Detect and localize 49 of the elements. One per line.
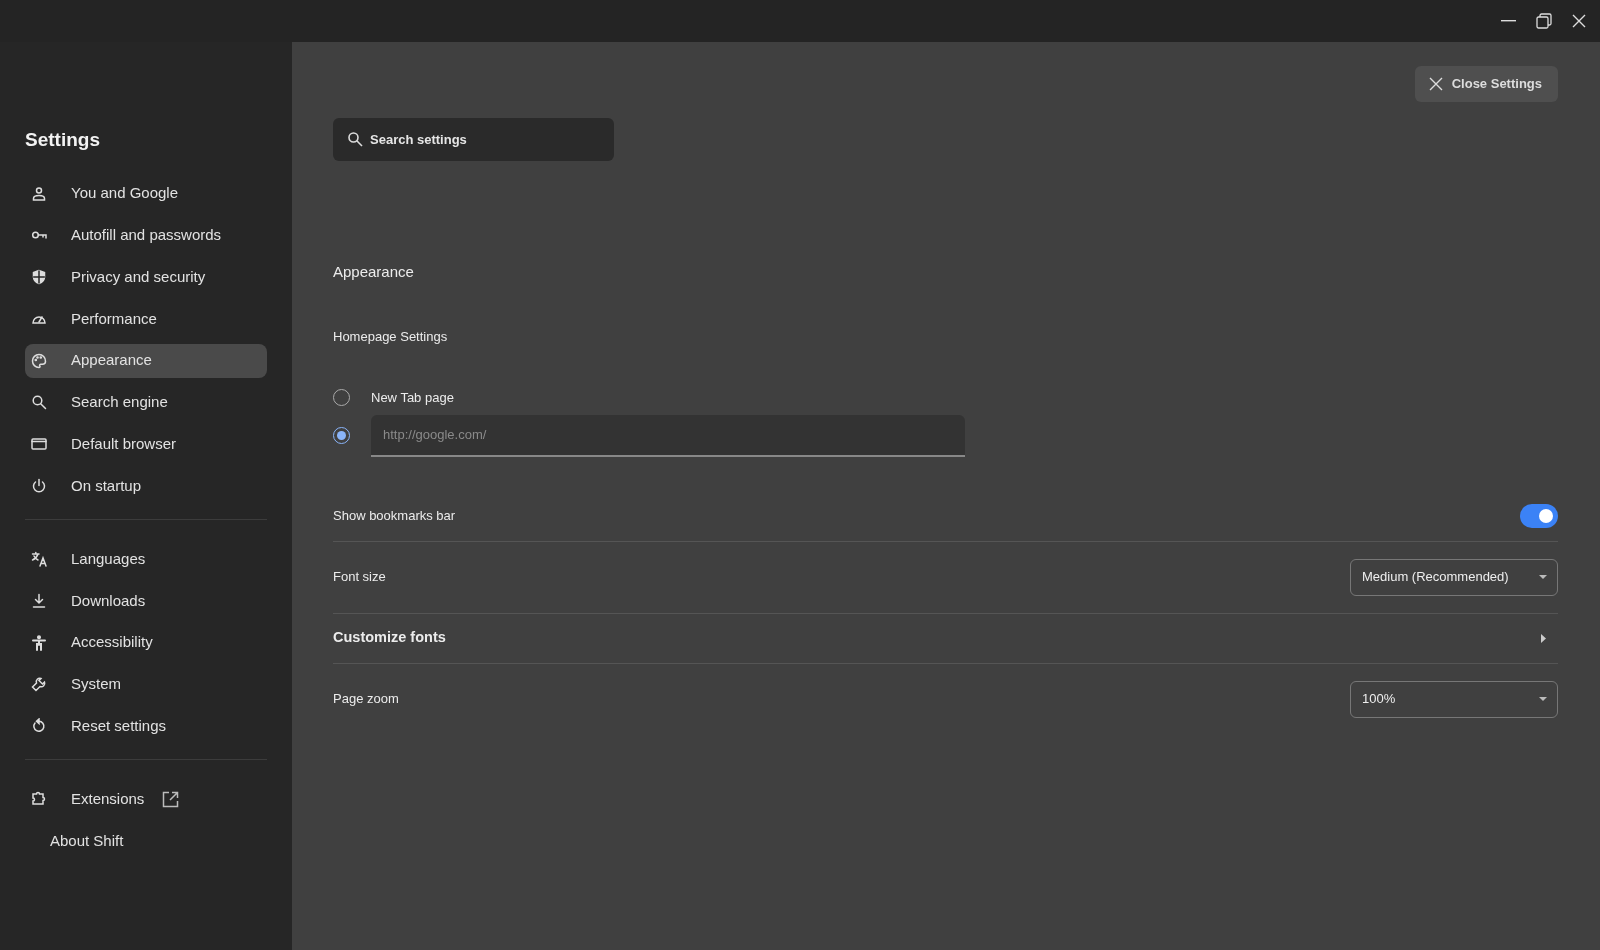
setting-label: Page zoom	[333, 690, 399, 709]
reset-icon	[31, 718, 47, 735]
palette-icon	[31, 352, 47, 369]
caret-icon	[1539, 697, 1547, 701]
search-icon	[31, 394, 47, 411]
sidebar-item[interactable]: About Shift	[25, 824, 267, 859]
sidebar-item[interactable]: Search engine	[25, 385, 267, 420]
sidebar-item[interactable]: Appearance	[25, 343, 267, 378]
sidebar-item[interactable]: Default browser	[25, 427, 267, 462]
restore-icon[interactable]	[1536, 13, 1552, 29]
sidebar-item[interactable]: Autofill and passwords	[25, 218, 267, 253]
settings-title: Settings	[25, 128, 101, 152]
sidebar-item[interactable]: Privacy and security	[25, 260, 267, 295]
setting-label: Customize fonts	[333, 628, 446, 648]
wrench-icon	[31, 676, 47, 693]
expand-arrow-icon[interactable]	[1541, 633, 1546, 643]
translate-icon	[31, 551, 47, 568]
puzzle-icon	[31, 791, 47, 808]
toggle-switch[interactable]	[1520, 503, 1558, 528]
sidebar-item[interactable]: You and Google	[25, 176, 267, 211]
option-label: New Tab page	[371, 388, 454, 407]
sidebar-item[interactable]: Performance	[25, 301, 267, 336]
setting-label: Show bookmarks bar	[333, 506, 456, 525]
dropdown[interactable]: Medium (Recommended)	[1350, 558, 1558, 596]
sidebar-item[interactable]: Extensions	[25, 782, 267, 817]
external-link-icon[interactable]	[162, 790, 180, 808]
power-icon	[31, 478, 47, 495]
setting-label: Font size	[333, 568, 386, 587]
search-field[interactable]: Search settings	[333, 117, 614, 161]
url-input-field[interactable]: http://google.com/	[371, 414, 965, 457]
dropdown[interactable]: 100%	[1350, 680, 1558, 718]
close-icon[interactable]	[1572, 14, 1586, 28]
section-heading: Appearance	[333, 261, 415, 282]
close-icon	[1428, 76, 1443, 91]
sidebar-item[interactable]: Downloads	[25, 583, 267, 618]
person-icon	[31, 185, 47, 202]
sidebar-item[interactable]: Accessibility	[25, 625, 267, 660]
minimize-icon[interactable]	[1501, 20, 1516, 22]
download-icon	[31, 592, 47, 609]
shield-icon	[31, 269, 47, 286]
sidebar-item[interactable]: On startup	[25, 469, 267, 504]
caret-icon	[1539, 575, 1547, 579]
homepage-settings-label: Homepage Settings	[333, 328, 449, 346]
sidebar-item[interactable]: Reset settings	[25, 709, 267, 744]
close-settings-button[interactable]: Close Settings	[1414, 66, 1558, 102]
sidebar-item[interactable]: System	[25, 667, 267, 702]
sidebar-item[interactable]: Languages	[25, 542, 267, 577]
accessibility-icon	[31, 634, 47, 651]
browser-window-icon	[31, 436, 47, 453]
